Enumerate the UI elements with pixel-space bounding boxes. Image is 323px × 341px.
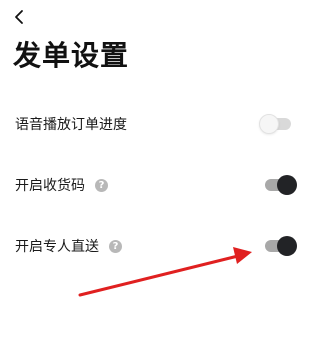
setting-row-dedicated-delivery: 开启专人直送 ? (0, 226, 323, 266)
toggle-knob (277, 175, 297, 195)
setting-label: 开启专人直送 (15, 239, 99, 255)
setting-row-voice-progress: 语音播放订单进度 (0, 104, 323, 144)
help-icon[interactable]: ? (109, 239, 122, 253)
receipt-code-toggle[interactable] (259, 175, 297, 195)
toggle-knob (277, 236, 297, 256)
page-title: 发单设置 (13, 39, 130, 72)
setting-row-receipt-code: 开启收货码 ? (0, 165, 323, 205)
dedicated-delivery-toggle[interactable] (259, 236, 297, 256)
help-icon[interactable]: ? (95, 178, 108, 192)
setting-label: 语音播放订单进度 (15, 117, 127, 133)
back-button[interactable] (8, 6, 30, 28)
voice-progress-toggle[interactable] (259, 114, 297, 134)
toggle-knob (259, 114, 279, 134)
setting-label: 开启收货码 (15, 178, 85, 194)
chevron-left-icon (15, 10, 23, 24)
